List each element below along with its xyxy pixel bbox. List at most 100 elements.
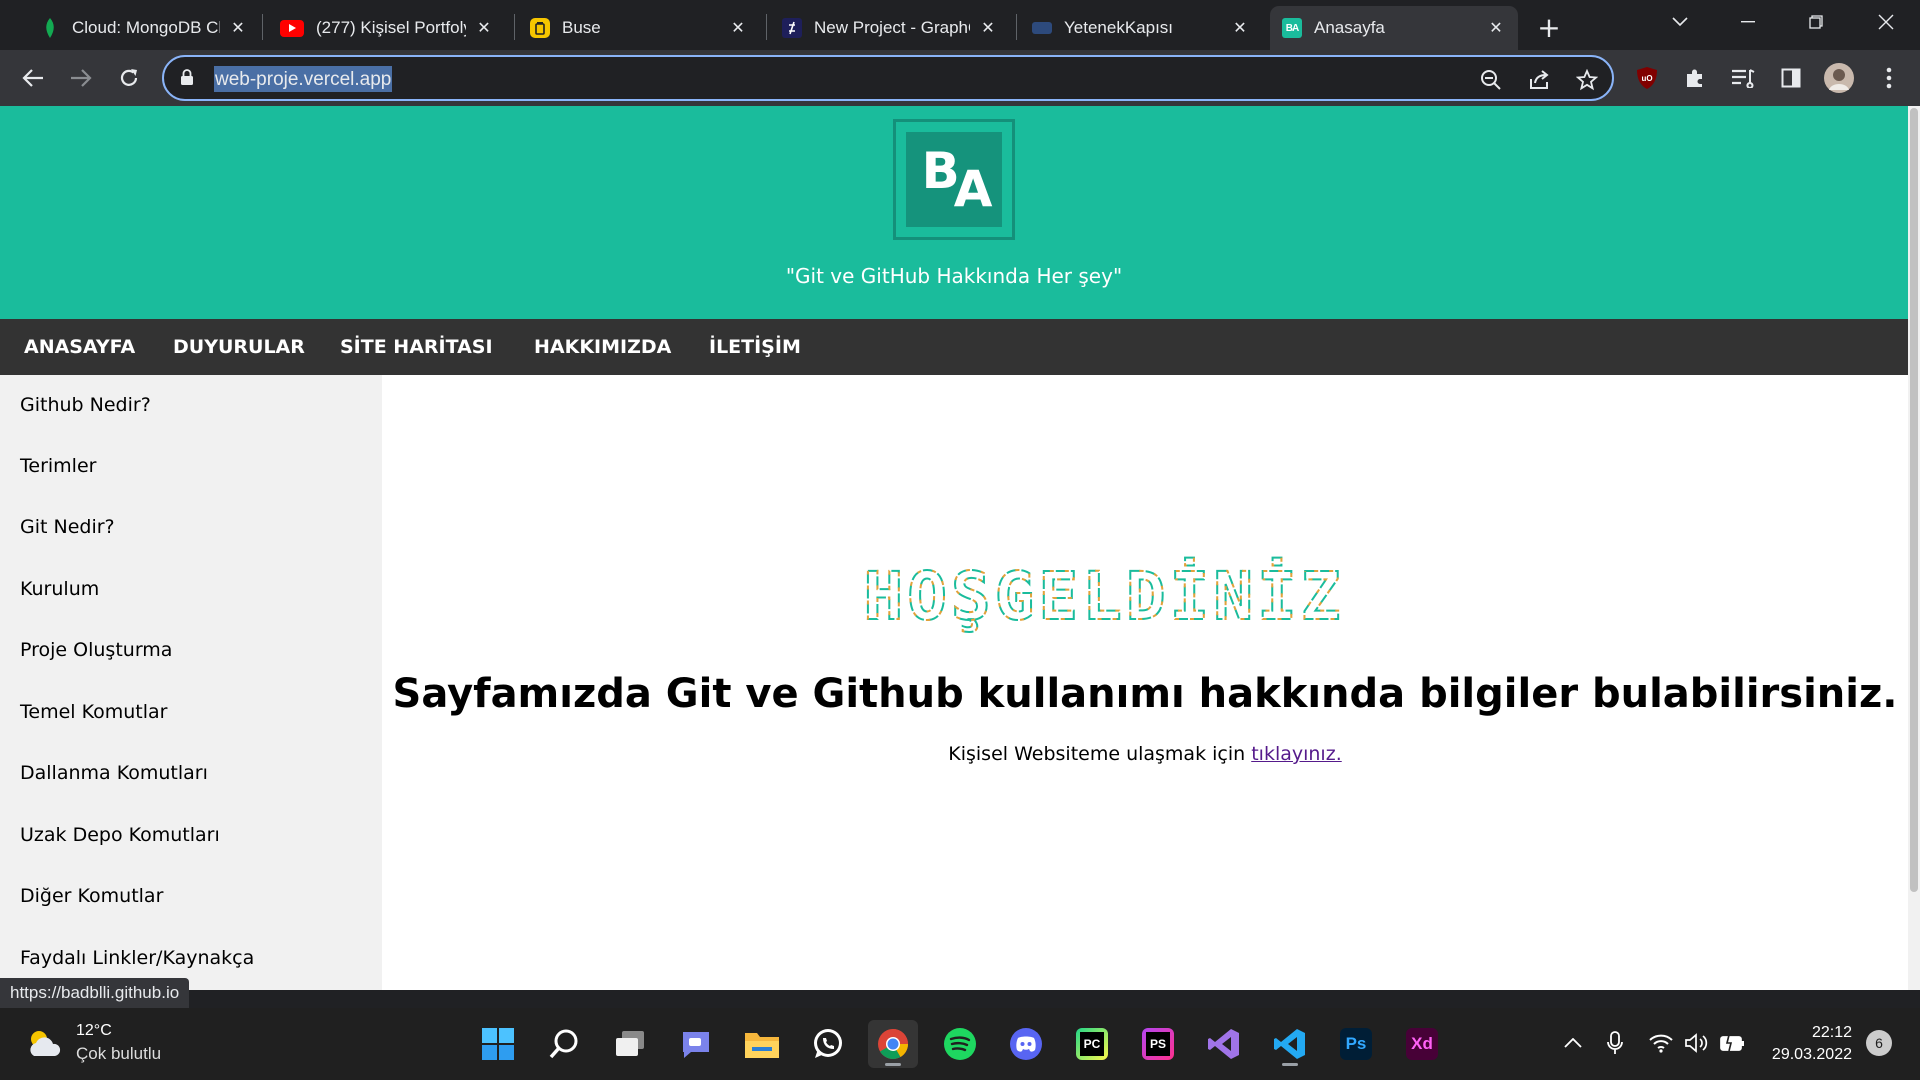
graphql-icon <box>782 18 802 38</box>
close-window-button[interactable] <box>1862 4 1910 40</box>
notes-icon <box>530 18 550 38</box>
weather-temperature: 12°C <box>76 1022 112 1039</box>
close-icon[interactable]: ✕ <box>978 18 998 38</box>
file-explorer-icon <box>745 1033 779 1058</box>
sidebar-item-kurulum[interactable]: Kurulum <box>20 578 99 600</box>
notification-count-badge[interactable]: 6 <box>1866 1030 1892 1056</box>
phpstorm-button[interactable]: PS <box>1133 1020 1183 1068</box>
search-button[interactable] <box>539 1020 589 1068</box>
microphone-icon <box>1607 1031 1623 1054</box>
weather-widget[interactable]: 12°C Çok bulutlu <box>24 1022 161 1064</box>
restore-button[interactable] <box>1792 4 1840 40</box>
close-icon[interactable]: ✕ <box>1486 18 1506 38</box>
url-text[interactable]: web-proje.vercel.app <box>214 66 393 92</box>
share-icon[interactable] <box>1526 67 1552 93</box>
spotify-button[interactable] <box>935 1020 985 1068</box>
page-scrollbar[interactable] <box>1908 106 1920 990</box>
reload-button[interactable] <box>110 59 148 97</box>
whatsapp-button[interactable] <box>803 1020 853 1068</box>
tab-label: (277) Kişisel Portfolyo <box>316 18 466 37</box>
tab-label: YetenekKapısı <box>1064 18 1174 37</box>
sidebar-item-github-nedir[interactable]: Github Nedir? <box>20 394 151 416</box>
nav-hakkimizda[interactable]: HAKKIMIZDA <box>534 319 671 375</box>
partly-cloudy-icon <box>30 1031 61 1056</box>
nav-site-haritasi[interactable]: SİTE HARİTASI <box>340 319 493 375</box>
teams-chat-button[interactable] <box>671 1020 721 1068</box>
extensions-puzzle-icon[interactable] <box>1676 59 1714 97</box>
browser-menu-icon[interactable] <box>1870 59 1908 97</box>
discord-icon <box>1010 1028 1042 1060</box>
sidebar-item-terimler[interactable]: Terimler <box>20 455 96 477</box>
battery-button[interactable] <box>1718 1028 1748 1058</box>
tab-anasayfa[interactable]: BA Anasayfa ✕ <box>1270 6 1518 50</box>
adobe-xd-button[interactable]: Xd <box>1397 1020 1447 1068</box>
nav-iletisim[interactable]: İLETİŞİM <box>709 319 801 375</box>
close-icon[interactable]: ✕ <box>1230 18 1250 38</box>
photoshop-button[interactable]: Ps <box>1331 1020 1381 1068</box>
tab-graphql[interactable]: New Project - GraphQL ✕ <box>770 6 1010 50</box>
sidebar-item-proje-olusturma[interactable]: Proje Oluşturma <box>20 639 172 661</box>
side-panel-icon[interactable] <box>1772 59 1810 97</box>
ba-favicon-icon: BA <box>1282 18 1302 38</box>
personal-site-link[interactable]: tıklayınız. <box>1251 743 1342 765</box>
start-button[interactable] <box>473 1020 523 1068</box>
web-page: BA "Git ve GitHub Hakkında Her şey" ANAS… <box>0 106 1908 990</box>
sidebar-item-faydali-linkler[interactable]: Faydalı Linkler/Kaynakça <box>20 947 254 969</box>
profile-avatar[interactable] <box>1820 59 1858 97</box>
sidebar-item-uzak-depo-komutlari[interactable]: Uzak Depo Komutları <box>20 824 220 846</box>
tab-separator <box>1016 14 1017 40</box>
site-logo[interactable]: BA <box>893 119 1015 240</box>
zoom-icon[interactable] <box>1478 67 1504 93</box>
discord-button[interactable] <box>1001 1020 1051 1068</box>
close-icon[interactable]: ✕ <box>728 18 748 38</box>
tray-overflow-button[interactable] <box>1558 1028 1588 1058</box>
file-explorer-button[interactable] <box>737 1020 787 1068</box>
taskbar-clock[interactable]: 22:12 29.03.2022 <box>1752 1022 1852 1066</box>
bookmark-star-icon[interactable] <box>1574 67 1600 93</box>
site-sidebar: Github Nedir? Terimler Git Nedir? Kurulu… <box>0 375 382 990</box>
task-view-button[interactable] <box>605 1020 655 1068</box>
site-header: BA "Git ve GitHub Hakkında Her şey" <box>0 106 1908 319</box>
forward-button[interactable] <box>62 59 100 97</box>
sidebar-item-dallanma-komutlari[interactable]: Dallanma Komutları <box>20 762 208 784</box>
browser-toolbar: web-proje.vercel.app uO <box>0 50 1920 106</box>
minimize-button[interactable] <box>1724 4 1772 40</box>
nav-anasayfa[interactable]: ANASAYFA <box>24 319 135 375</box>
tab-search-button[interactable] <box>1656 4 1704 40</box>
close-icon[interactable]: ✕ <box>228 18 248 38</box>
tab-mongodb[interactable]: Cloud: MongoDB Cloud ✕ <box>28 6 260 50</box>
spotify-icon <box>944 1028 976 1060</box>
main-content: HOŞGELDİNİZ HOŞGELDİNİZ Sayfamızda Git v… <box>382 375 1908 975</box>
sidebar-item-git-nedir[interactable]: Git Nedir? <box>20 516 115 538</box>
volume-button[interactable] <box>1682 1028 1712 1058</box>
mongodb-leaf-icon <box>40 18 60 38</box>
pycharm-button[interactable]: PC <box>1067 1020 1117 1068</box>
ublock-extension-icon[interactable]: uO <box>1628 59 1666 97</box>
sidebar-item-diger-komutlar[interactable]: Diğer Komutlar <box>20 885 163 907</box>
scrollbar-thumb[interactable] <box>1910 108 1918 892</box>
nav-duyurular[interactable]: DUYURULAR <box>173 319 305 375</box>
visual-studio-button[interactable] <box>1199 1020 1249 1068</box>
vscode-button[interactable] <box>1265 1020 1315 1068</box>
new-tab-button[interactable]: + <box>1532 10 1566 44</box>
chrome-button[interactable] <box>868 1020 918 1068</box>
wifi-icon <box>1649 1034 1673 1053</box>
clock-time: 22:12 <box>1811 1024 1852 1041</box>
tab-yetenekkapisi[interactable]: YetenekKapısı ✕ <box>1020 6 1262 50</box>
sidebar-item-temel-komutlar[interactable]: Temel Komutlar <box>20 701 167 723</box>
reading-list-icon[interactable] <box>1724 59 1762 97</box>
tab-separator <box>766 14 767 40</box>
close-icon[interactable]: ✕ <box>474 18 494 38</box>
microphone-button[interactable] <box>1600 1028 1630 1058</box>
tab-youtube[interactable]: (277) Kişisel Portfolyo ✕ <box>268 6 506 50</box>
tab-separator <box>262 14 263 40</box>
wifi-button[interactable] <box>1646 1028 1676 1058</box>
pycharm-label: PC <box>1080 1032 1104 1056</box>
logo-letter-a: A <box>953 159 993 218</box>
vscode-icon <box>1274 1029 1305 1059</box>
tab-label: Cloud: MongoDB Cloud <box>72 18 220 37</box>
back-button[interactable] <box>14 59 52 97</box>
address-bar[interactable]: web-proje.vercel.app <box>162 55 1614 101</box>
tab-buse[interactable]: Buse ✕ <box>518 6 760 50</box>
yetenekkapisi-icon <box>1032 22 1052 34</box>
